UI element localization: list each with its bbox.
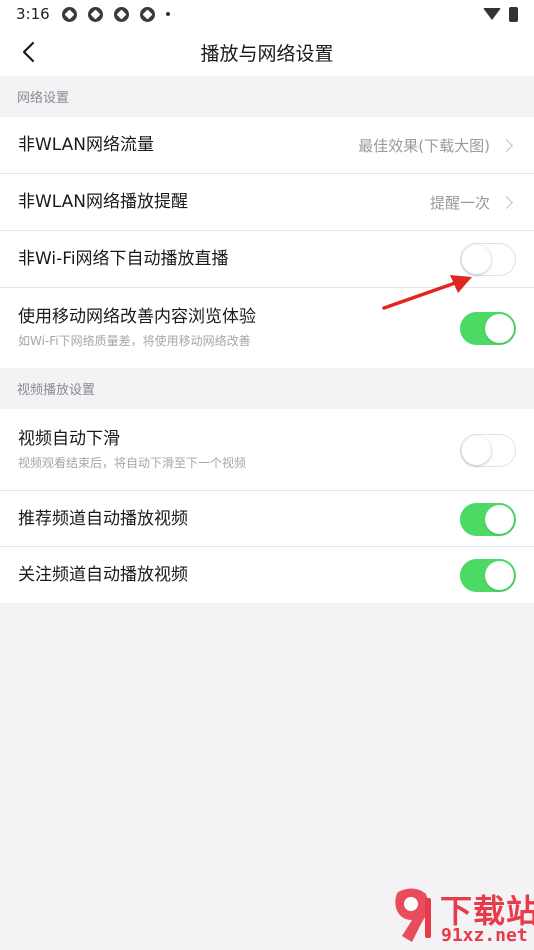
chevron-right-icon [500,196,513,209]
setting-video-auto-scroll: 视频自动下滑 视频观看结束后，将自动下滑至下一个视频 [0,409,534,491]
setting-label: 非WLAN网络播放提醒 [18,192,189,213]
setting-value: 最佳效果(下载大图) [358,137,490,155]
setting-recommended-autoplay: 推荐频道自动播放视频 [0,491,534,547]
watermark-logo-icon [395,888,431,942]
app-header: 播放与网络设置 [0,28,534,76]
back-chevron-icon [22,41,35,63]
setting-label: 非Wi-Fi网络下自动播放直播 [18,249,229,270]
setting-non-wlan-traffic[interactable]: 非WLAN网络流量 最佳效果(下载大图) [0,117,534,174]
setting-label: 推荐频道自动播放视频 [18,508,188,529]
setting-description: 视频观看结束后，将自动下滑至下一个视频 [18,456,247,471]
toggle-knob [462,435,491,465]
notification-icon [139,6,155,22]
chevron-right-icon [500,139,513,152]
setting-label: 视频自动下滑 [18,428,120,449]
toggle-knob [485,313,514,343]
setting-following-autoplay: 关注频道自动播放视频 [0,547,534,603]
watermark: 下载站 91xz.net [392,884,534,950]
watermark-url: 91xz.net [441,925,528,946]
setting-description: 如Wi-Fi下网络质量差，将使用移动网络改善 [18,334,251,349]
notification-icon [113,6,129,22]
notification-icon [61,6,77,22]
toggle-knob [485,560,514,590]
notification-icon [87,6,103,22]
page-title: 播放与网络设置 [200,42,334,65]
setting-non-wlan-play-reminder[interactable]: 非WLAN网络播放提醒 提醒一次 [0,174,534,231]
back-button[interactable] [16,40,40,64]
status-bar: 3:16 [0,0,534,28]
section-heading-video: 视频播放设置 [0,368,534,409]
setting-label: 非WLAN网络流量 [18,135,155,156]
video-auto-scroll-toggle[interactable] [460,433,516,467]
section-heading-network: 网络设置 [0,76,534,117]
following-autoplay-toggle[interactable] [460,558,516,592]
battery-icon [509,6,518,22]
setting-label: 关注频道自动播放视频 [18,564,188,585]
annotation-arrow-icon [382,275,472,310]
more-notifications-dot-icon [165,12,170,16]
status-time: 3:16 [16,5,50,23]
recommended-autoplay-toggle[interactable] [460,502,516,536]
wifi-icon [483,8,501,20]
toggle-knob [485,504,514,534]
setting-value: 提醒一次 [429,194,490,212]
mobile-network-improve-toggle[interactable] [460,311,516,345]
